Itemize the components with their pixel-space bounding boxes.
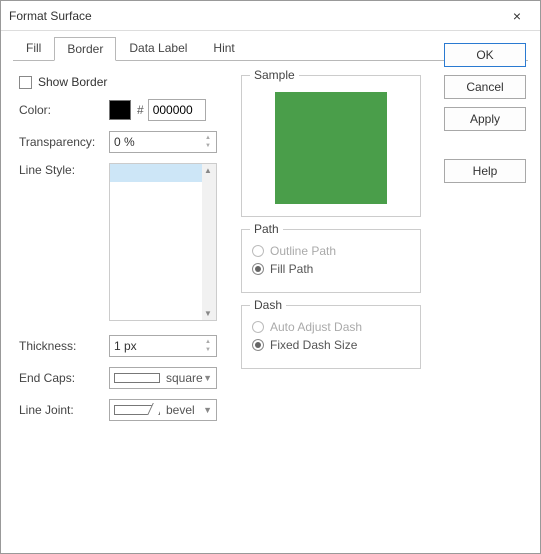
tab-data-label[interactable]: Data Label bbox=[116, 36, 200, 60]
transparency-label: Transparency: bbox=[19, 135, 109, 149]
sample-label: Sample bbox=[250, 68, 299, 82]
tab-hint[interactable]: Hint bbox=[200, 36, 247, 60]
help-button[interactable]: Help bbox=[444, 159, 526, 183]
spinner-arrows-icon[interactable]: ▲▼ bbox=[202, 337, 214, 355]
fill-path-label: Fill Path bbox=[270, 262, 313, 276]
transparency-spinner[interactable]: 0 % ▲▼ bbox=[109, 131, 217, 153]
close-icon[interactable]: × bbox=[502, 8, 532, 24]
outline-path-radio[interactable] bbox=[252, 245, 264, 257]
window-title: Format Surface bbox=[9, 9, 502, 23]
spinner-arrows-icon[interactable]: ▲▼ bbox=[202, 133, 214, 151]
cancel-button[interactable]: Cancel bbox=[444, 75, 526, 99]
color-label: Color: bbox=[19, 103, 109, 117]
ok-button[interactable]: OK bbox=[444, 43, 526, 67]
thickness-label: Thickness: bbox=[19, 339, 109, 353]
line-joint-label: Line Joint: bbox=[19, 403, 109, 417]
path-group: Path Outline Path Fill Path bbox=[241, 229, 421, 293]
line-style-label: Line Style: bbox=[19, 163, 109, 177]
end-caps-icon bbox=[114, 373, 160, 383]
fixed-dash-radio[interactable] bbox=[252, 339, 264, 351]
color-hex-input[interactable] bbox=[148, 99, 206, 121]
color-hash: # bbox=[137, 103, 144, 117]
sample-swatch bbox=[275, 92, 387, 204]
show-border-checkbox[interactable] bbox=[19, 76, 32, 89]
apply-button[interactable]: Apply bbox=[444, 107, 526, 131]
fill-path-radio[interactable] bbox=[252, 263, 264, 275]
line-style-list[interactable] bbox=[109, 163, 217, 321]
line-joint-icon bbox=[114, 405, 160, 415]
scrollbar[interactable] bbox=[202, 164, 216, 320]
chevron-down-icon: ▼ bbox=[203, 373, 212, 383]
line-joint-value: bevel bbox=[166, 403, 195, 417]
outline-path-label: Outline Path bbox=[270, 244, 336, 258]
dash-label: Dash bbox=[250, 298, 286, 312]
auto-dash-label: Auto Adjust Dash bbox=[270, 320, 362, 334]
show-border-label: Show Border bbox=[38, 75, 107, 89]
path-label: Path bbox=[250, 222, 283, 236]
fixed-dash-label: Fixed Dash Size bbox=[270, 338, 357, 352]
thickness-value: 1 px bbox=[114, 339, 137, 353]
tab-border[interactable]: Border bbox=[54, 37, 116, 61]
line-joint-combo[interactable]: bevel ▼ bbox=[109, 399, 217, 421]
end-caps-value: square bbox=[166, 371, 203, 385]
dash-group: Dash Auto Adjust Dash Fixed Dash Size bbox=[241, 305, 421, 369]
transparency-value: 0 % bbox=[114, 135, 135, 149]
auto-dash-radio[interactable] bbox=[252, 321, 264, 333]
chevron-down-icon: ▼ bbox=[203, 405, 212, 415]
end-caps-combo[interactable]: square ▼ bbox=[109, 367, 217, 389]
sample-group: Sample bbox=[241, 75, 421, 217]
thickness-spinner[interactable]: 1 px ▲▼ bbox=[109, 335, 217, 357]
end-caps-label: End Caps: bbox=[19, 371, 109, 385]
color-swatch[interactable] bbox=[109, 100, 131, 120]
line-style-selected[interactable] bbox=[110, 164, 216, 182]
tab-fill[interactable]: Fill bbox=[13, 36, 54, 60]
